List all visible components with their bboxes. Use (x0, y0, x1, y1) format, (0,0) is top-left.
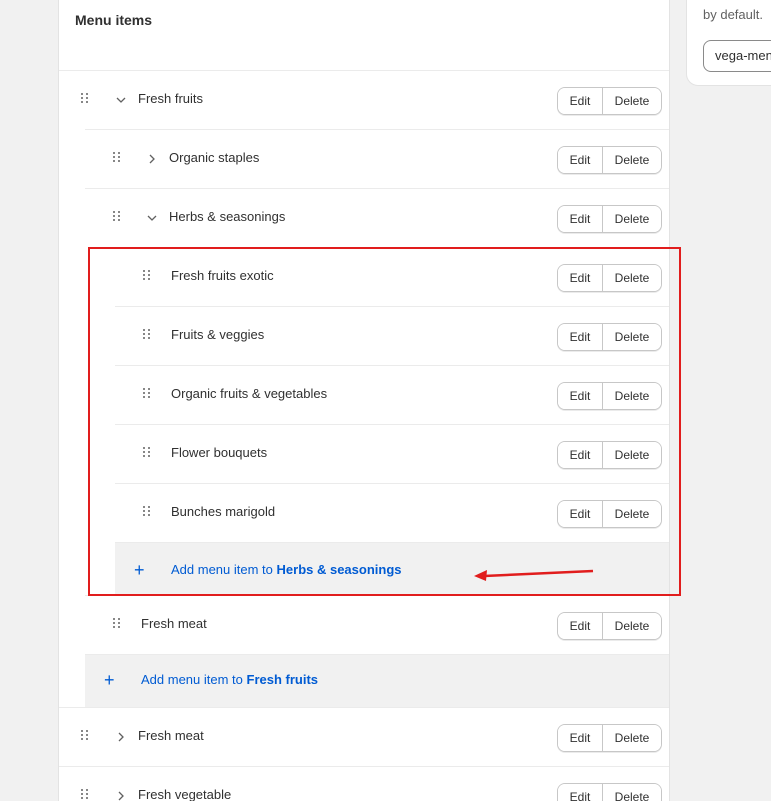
item-actions: Edit Delete (557, 441, 662, 469)
add-menu-item-link[interactable]: Add menu item to Herbs & seasonings (171, 562, 402, 577)
item-actions: Edit Delete (557, 323, 662, 351)
chevron-down-icon[interactable] (145, 209, 159, 227)
menu-item-label: Fresh fruits (138, 91, 204, 106)
delete-button[interactable]: Delete (602, 725, 661, 751)
edit-button[interactable]: Edit (558, 383, 602, 409)
menu-item-row: Flower bouquets Edit Delete (115, 424, 669, 483)
menu-item-row: Organic fruits & vegetables Edit Delete (115, 365, 669, 424)
add-target-label: Herbs & seasonings (276, 562, 402, 577)
menu-item-row: Fresh fruits Edit Delete (59, 70, 669, 129)
menu-item-label: Herbs & seasonings (169, 209, 286, 224)
drag-handle-icon[interactable] (81, 789, 91, 801)
drag-handle-icon[interactable] (81, 730, 91, 744)
item-actions: Edit Delete (557, 87, 662, 115)
chevron-right-icon[interactable] (145, 150, 159, 168)
delete-button[interactable]: Delete (602, 784, 661, 801)
menu-item-row: Fruits & veggies Edit Delete (115, 306, 669, 365)
add-menu-item-link[interactable]: Add menu item to Fresh fruits (141, 672, 318, 687)
menu-item-label: Fruits & veggies (171, 327, 265, 342)
plus-icon: + (134, 560, 145, 580)
menu-item-label: Fresh fruits exotic (171, 268, 274, 283)
menu-item-row: Fresh fruits exotic Edit Delete (115, 247, 669, 306)
card-title: Menu items (75, 12, 153, 28)
edit-button[interactable]: Edit (558, 88, 602, 114)
menu-item-row: Organic staples Edit Delete (85, 129, 669, 188)
item-actions: Edit Delete (557, 382, 662, 410)
delete-button[interactable]: Delete (602, 442, 661, 468)
menu-item-label: Organic fruits & vegetables (171, 386, 328, 401)
delete-button[interactable]: Delete (602, 206, 661, 232)
drag-handle-icon[interactable] (113, 152, 123, 166)
menu-item-row: Fresh vegetable Edit Delete (59, 766, 669, 801)
drag-handle-icon[interactable] (81, 93, 91, 107)
item-actions: Edit Delete (557, 205, 662, 233)
item-actions: Edit Delete (557, 146, 662, 174)
chevron-right-icon[interactable] (114, 728, 128, 746)
handle-input[interactable]: vega-menu (703, 40, 771, 72)
drag-handle-icon[interactable] (113, 211, 123, 225)
edit-button[interactable]: Edit (558, 442, 602, 468)
menu-item-label: Fresh vegetable (138, 787, 232, 801)
menu-items-card: Menu items Fresh fruits Edit Delete Orga… (58, 0, 670, 801)
menu-item-label: Organic staples (169, 150, 260, 165)
edit-button[interactable]: Edit (558, 147, 602, 173)
item-actions: Edit Delete (557, 500, 662, 528)
delete-button[interactable]: Delete (602, 88, 661, 114)
item-actions: Edit Delete (557, 783, 662, 801)
delete-button[interactable]: Delete (602, 501, 661, 527)
item-actions: Edit Delete (557, 724, 662, 752)
menu-item-label: Bunches marigold (171, 504, 276, 519)
annotation-arrow-icon (474, 569, 594, 581)
menu-item-label: Fresh meat (141, 616, 207, 631)
menu-item-label: Fresh meat (138, 728, 204, 743)
edit-button[interactable]: Edit (558, 613, 602, 639)
drag-handle-icon[interactable] (143, 329, 153, 343)
drag-handle-icon[interactable] (143, 506, 153, 520)
drag-handle-icon[interactable] (113, 618, 123, 632)
add-menu-item-fresh-fruits-row[interactable]: + Add menu item to Fresh fruits (85, 654, 669, 707)
delete-button[interactable]: Delete (602, 324, 661, 350)
add-target-label: Fresh fruits (246, 672, 319, 687)
edit-button[interactable]: Edit (558, 324, 602, 350)
item-actions: Edit Delete (557, 612, 662, 640)
drag-handle-icon[interactable] (143, 447, 153, 461)
edit-button[interactable]: Edit (558, 501, 602, 527)
plus-icon: + (104, 670, 115, 690)
menu-item-row: Bunches marigold Edit Delete (115, 483, 669, 542)
delete-button[interactable]: Delete (602, 265, 661, 291)
drag-handle-icon[interactable] (143, 388, 153, 402)
chevron-right-icon[interactable] (114, 787, 128, 801)
delete-button[interactable]: Delete (602, 147, 661, 173)
side-panel-card: by default. vega-menu (686, 0, 771, 86)
edit-button[interactable]: Edit (558, 725, 602, 751)
delete-button[interactable]: Delete (602, 383, 661, 409)
drag-handle-icon[interactable] (143, 270, 153, 284)
edit-button[interactable]: Edit (558, 265, 602, 291)
side-panel-text: by default. (703, 7, 763, 22)
edit-button[interactable]: Edit (558, 784, 602, 801)
item-actions: Edit Delete (557, 264, 662, 292)
chevron-down-icon[interactable] (114, 91, 128, 109)
delete-button[interactable]: Delete (602, 613, 661, 639)
edit-button[interactable]: Edit (558, 206, 602, 232)
menu-item-row: Fresh meat Edit Delete (59, 707, 669, 766)
menu-item-label: Flower bouquets (171, 445, 268, 460)
menu-item-row: Fresh meat Edit Delete (85, 595, 669, 654)
menu-item-row: Herbs & seasonings Edit Delete (85, 188, 669, 247)
